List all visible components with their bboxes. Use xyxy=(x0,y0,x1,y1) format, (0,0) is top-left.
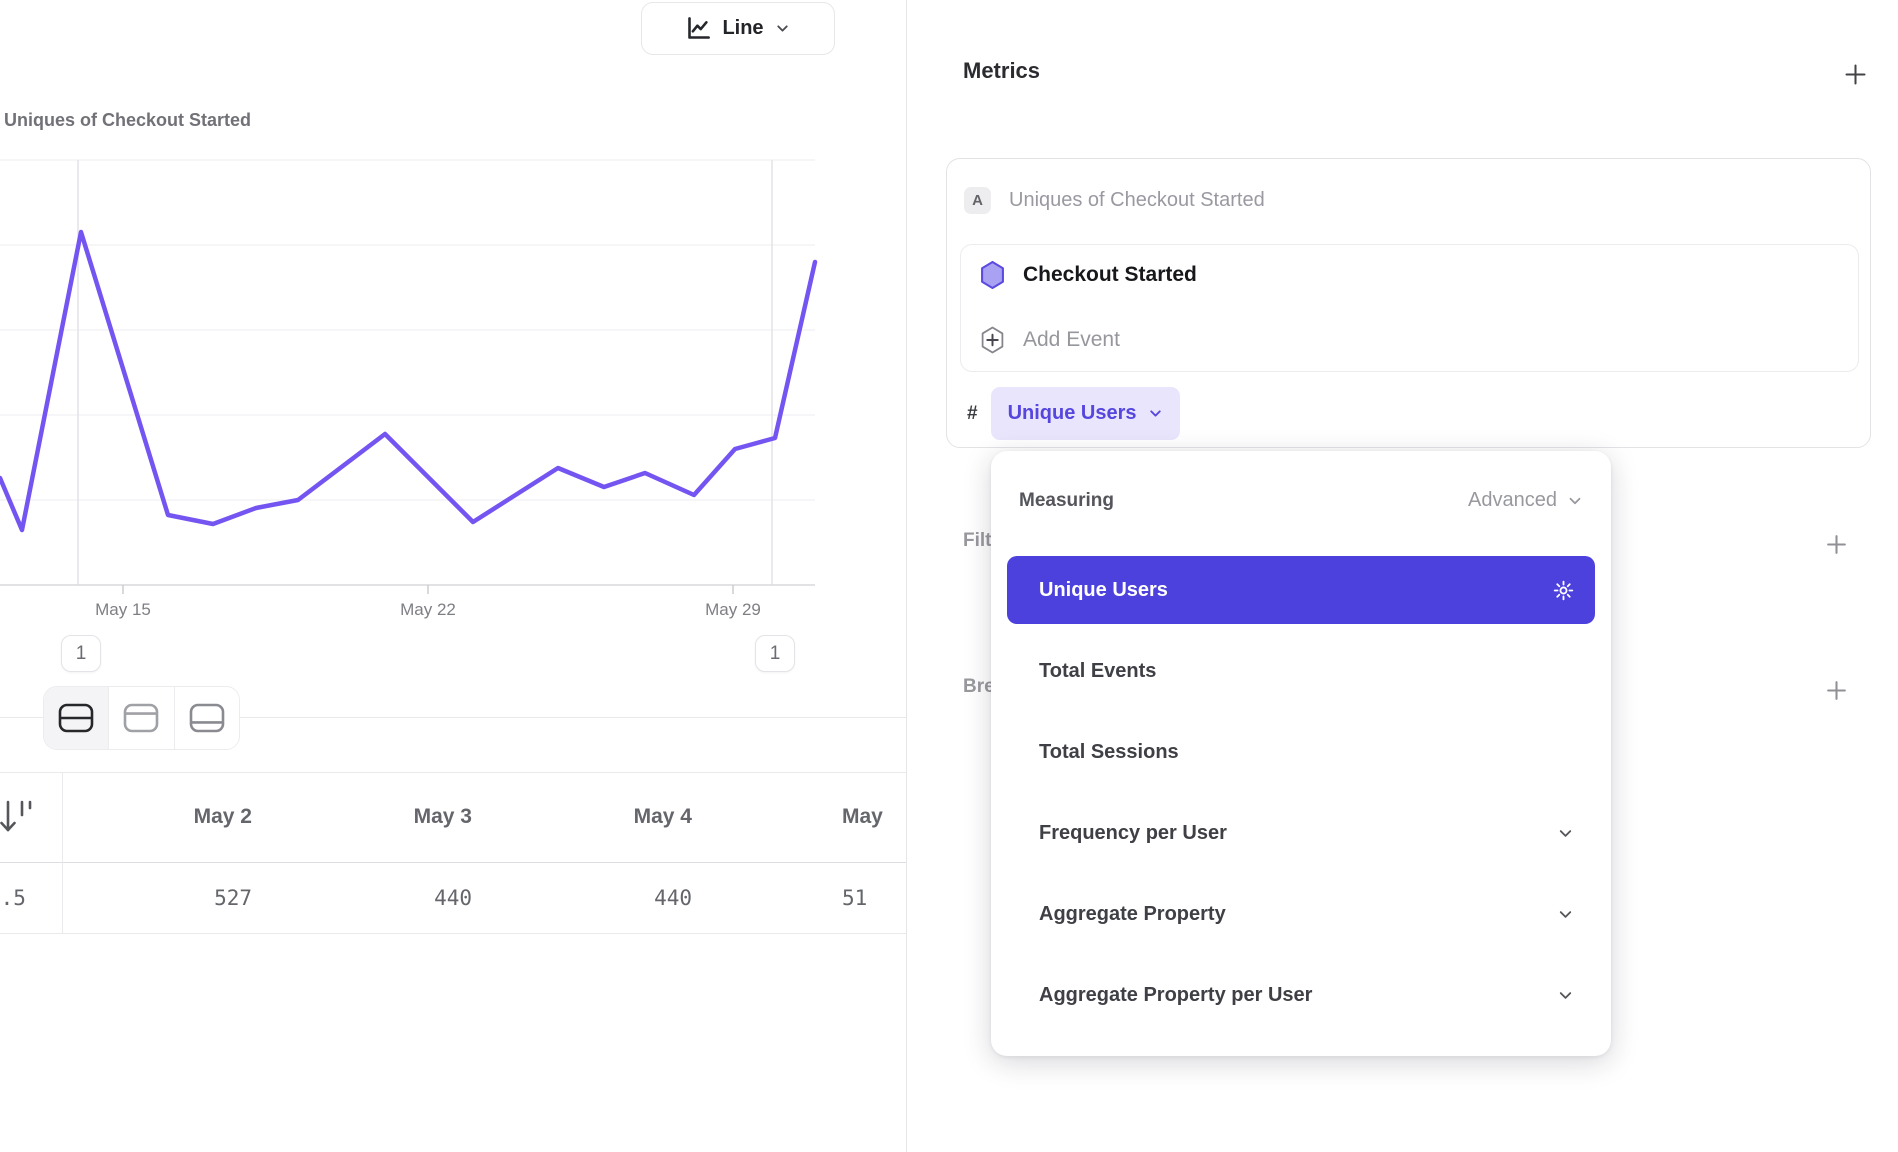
layout-toggle-panel-bottom[interactable] xyxy=(174,687,239,749)
chevron-down-icon xyxy=(1147,405,1164,422)
event-card: Checkout Started Add Event xyxy=(960,244,1859,372)
chevron-down-icon xyxy=(1556,986,1575,1005)
menu-item-label: Frequency per User xyxy=(1039,822,1227,845)
table-row-label: 0.5 xyxy=(0,862,62,933)
x-axis-label: May 29 xyxy=(673,600,793,620)
chart-pane: Line Uniques of Checkout Started May 15M… xyxy=(0,0,906,1152)
layout-toggle-panel-split-horizontal[interactable] xyxy=(44,687,108,749)
sort-descending-icon xyxy=(0,798,38,838)
panel-top-icon xyxy=(122,701,160,735)
menu-item-aggregate-property-per-user[interactable]: Aggregate Property per User xyxy=(1007,961,1595,1029)
menu-item-frequency-per-user[interactable]: Frequency per User xyxy=(1007,799,1595,867)
table-cell-value: 440 xyxy=(502,886,722,910)
event-row[interactable]: Checkout Started xyxy=(980,260,1197,290)
advanced-mode-value: Advanced xyxy=(1468,489,1557,512)
metric-letter-badge: A xyxy=(964,187,991,214)
metrics-heading: Metrics xyxy=(963,58,1040,84)
menu-item-label: Aggregate Property xyxy=(1039,903,1226,926)
metric-card-title: Uniques of Checkout Started xyxy=(1009,189,1265,212)
metrics-pane: Metrics A Uniques of Checkout Started Ch… xyxy=(907,0,1898,1152)
table-column-header[interactable]: May 2 xyxy=(62,805,282,829)
chevron-down-icon xyxy=(1566,492,1584,510)
measure-selector-value: Unique Users xyxy=(1008,402,1137,425)
chevron-down-icon xyxy=(1556,824,1575,843)
event-name: Checkout Started xyxy=(1023,263,1197,287)
x-axis-label: May 22 xyxy=(368,600,488,620)
table-cell-value: 51 xyxy=(722,886,906,910)
annotation-badge[interactable]: 1 xyxy=(755,635,795,672)
menu-item-total-sessions[interactable]: Total Sessions xyxy=(1007,718,1595,786)
gear-icon[interactable] xyxy=(1552,579,1575,602)
table-column-header[interactable]: May 4 xyxy=(502,805,722,829)
line-chart[interactable] xyxy=(0,0,906,600)
measuring-label: Measuring xyxy=(1019,490,1114,512)
layout-toggle-group xyxy=(43,686,240,750)
app-root: Line Uniques of Checkout Started May 15M… xyxy=(0,0,1898,1152)
panel-bottom-icon xyxy=(188,701,226,735)
metric-card: A Uniques of Checkout Started Checkout S… xyxy=(946,158,1871,448)
add-metric-button[interactable] xyxy=(1839,58,1871,90)
menu-item-total-events[interactable]: Total Events xyxy=(1007,637,1595,705)
chevron-down-icon xyxy=(1556,905,1575,924)
breakdowns-section-label: Bre xyxy=(963,676,995,698)
add-filter-button[interactable] xyxy=(1821,529,1851,559)
layout-toggle-panel-top[interactable] xyxy=(108,687,173,749)
advanced-mode-selector[interactable]: Advanced xyxy=(1468,489,1584,512)
event-hexagon-icon xyxy=(980,260,1005,290)
menu-item-label: Unique Users xyxy=(1039,579,1168,602)
menu-item-label: Total Sessions xyxy=(1039,741,1179,764)
menu-item-unique-users[interactable]: Unique Users xyxy=(1007,556,1595,624)
table-cell-value: 440 xyxy=(282,886,502,910)
filters-section-label: Filt xyxy=(963,530,992,552)
add-breakdown-button[interactable] xyxy=(1821,675,1851,705)
table-column-header[interactable]: May 3 xyxy=(282,805,502,829)
measuring-popover: Measuring Advanced Unique Users Total Eve… xyxy=(991,451,1611,1056)
add-event-hexagon-icon xyxy=(980,325,1005,355)
measure-type-symbol: # xyxy=(967,403,978,425)
table-column-header[interactable]: May xyxy=(722,805,906,829)
menu-item-label: Total Events xyxy=(1039,660,1156,683)
panel-split-horizontal-icon xyxy=(57,701,95,735)
add-event-label: Add Event xyxy=(1023,328,1120,352)
table-sort-header[interactable] xyxy=(0,772,62,862)
annotation-badge[interactable]: 1 xyxy=(61,635,101,672)
x-axis-label: May 15 xyxy=(63,600,183,620)
menu-item-label: Aggregate Property per User xyxy=(1039,984,1312,1007)
series-line[interactable] xyxy=(0,232,815,530)
add-event-row[interactable]: Add Event xyxy=(980,325,1120,355)
measure-selector-pill[interactable]: Unique Users xyxy=(991,387,1180,440)
table-cell-value: 527 xyxy=(62,886,282,910)
menu-item-aggregate-property[interactable]: Aggregate Property xyxy=(1007,880,1595,948)
